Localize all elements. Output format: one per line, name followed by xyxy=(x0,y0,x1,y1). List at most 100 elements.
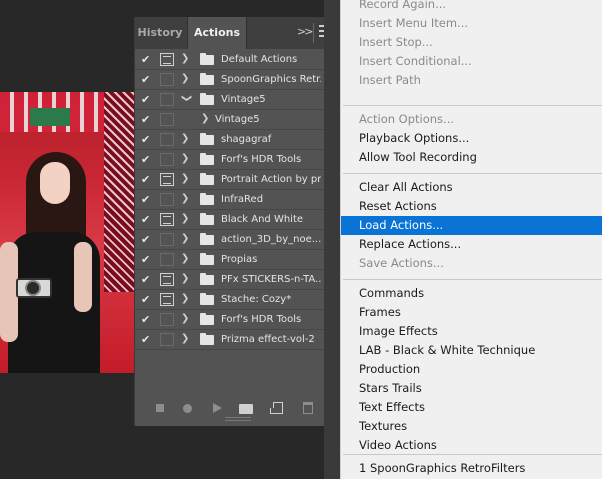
actions-flyout-menu: Record Again... Insert Menu Item... Insert… xyxy=(341,0,602,479)
menu-item-load-actions[interactable]: Load Actions... xyxy=(341,216,602,235)
checkmark-icon[interactable]: ✔ xyxy=(141,173,153,187)
action-set-row[interactable]: ✔ ❯ Prizma effect-vol-2 xyxy=(135,330,340,350)
menu-item-reset-actions[interactable]: Reset Actions xyxy=(341,197,602,216)
tab-history[interactable]: History xyxy=(135,17,185,49)
menu-item-commands[interactable]: Commands xyxy=(341,284,602,303)
chevron-right-icon[interactable]: ❯ xyxy=(181,72,191,86)
delete-icon[interactable] xyxy=(303,402,313,414)
dialog-toggle-icon[interactable] xyxy=(160,253,174,266)
folder-icon xyxy=(200,333,214,345)
checkmark-icon[interactable]: ✔ xyxy=(141,153,153,167)
action-set-row[interactable]: ✔ ❯ Propias xyxy=(135,250,340,270)
resize-grip[interactable] xyxy=(225,417,251,421)
action-set-row[interactable]: ✔ ❯ SpoonGraphics Retr... xyxy=(135,70,340,90)
menu-item-1-spoongraphics-retrofilters[interactable]: 1 SpoonGraphics RetroFilters xyxy=(341,459,602,478)
checkmark-icon[interactable]: ✔ xyxy=(141,53,153,67)
chevron-right-icon[interactable]: ❯ xyxy=(181,332,191,346)
dialog-toggle-icon[interactable] xyxy=(160,293,174,306)
checkmark-icon[interactable]: ✔ xyxy=(141,113,153,127)
menu-item-replace-actions[interactable]: Replace Actions... xyxy=(341,235,602,254)
menu-item-production[interactable]: Production xyxy=(341,360,602,379)
new-action-icon[interactable] xyxy=(270,402,283,414)
stop-icon[interactable] xyxy=(156,404,164,412)
dialog-toggle-icon[interactable] xyxy=(160,233,174,246)
collapse-panel-icon[interactable]: >> xyxy=(297,25,314,38)
checkmark-icon[interactable]: ✔ xyxy=(141,233,153,247)
chevron-right-icon[interactable]: ❯ xyxy=(181,52,191,66)
action-set-row[interactable]: ✔ ❯ Portrait Action by pr... xyxy=(135,170,340,190)
new-set-icon[interactable] xyxy=(239,404,253,414)
action-set-row[interactable]: ✔ ❯ shagagraf xyxy=(135,130,340,150)
dialog-toggle-icon[interactable] xyxy=(160,133,174,146)
action-set-row[interactable]: ✔ ❯ Default Actions xyxy=(135,50,340,70)
chevron-right-icon[interactable]: ❯ xyxy=(181,152,191,166)
dialog-toggle-icon[interactable] xyxy=(160,333,174,346)
action-row[interactable]: ✔ ❯ Vintage5 xyxy=(135,110,340,130)
photo-cloth xyxy=(104,92,134,292)
checkmark-icon[interactable]: ✔ xyxy=(141,93,153,107)
panel-tab-bar: History Actions >> xyxy=(135,17,340,49)
checkmark-icon[interactable]: ✔ xyxy=(141,73,153,87)
action-name: PFx STICKERS-n-TA... xyxy=(221,274,321,285)
chevron-right-icon[interactable]: ❯ xyxy=(181,132,191,146)
dialog-toggle-icon[interactable] xyxy=(160,173,174,186)
action-name: Propias xyxy=(221,254,258,265)
play-icon[interactable] xyxy=(213,403,222,413)
menu-item-allow-tool-recording[interactable]: Allow Tool Recording xyxy=(341,148,602,167)
menu-item-image-effects[interactable]: Image Effects xyxy=(341,322,602,341)
tab-actions[interactable]: Actions xyxy=(187,17,247,49)
dialog-toggle-icon[interactable] xyxy=(160,193,174,206)
checkmark-icon[interactable]: ✔ xyxy=(141,253,153,267)
menu-item-playback-options[interactable]: Playback Options... xyxy=(341,129,602,148)
action-set-row[interactable]: ✔ ❯ Forf's HDR Tools xyxy=(135,310,340,330)
action-set-row[interactable]: ✔ ❯ Black And White xyxy=(135,210,340,230)
chevron-right-icon[interactable]: ❯ xyxy=(181,232,191,246)
chevron-right-icon[interactable]: ❯ xyxy=(181,272,191,286)
action-set-row[interactable]: ✔ ❯ PFx STICKERS-n-TA... xyxy=(135,270,340,290)
dialog-toggle-icon[interactable] xyxy=(160,93,174,106)
menu-item-lab-black-white-technique[interactable]: LAB - Black & White Technique xyxy=(341,341,602,360)
dialog-toggle-icon[interactable] xyxy=(160,53,174,66)
actions-panel: History Actions >> ✔ ❯ Default Actions ✔ ❯ Sp… xyxy=(134,17,340,426)
chevron-right-icon[interactable]: ❯ xyxy=(201,112,211,126)
chevron-right-icon[interactable]: ❯ xyxy=(181,252,191,266)
checkmark-icon[interactable]: ✔ xyxy=(141,293,153,307)
dialog-toggle-icon[interactable] xyxy=(160,313,174,326)
folder-icon xyxy=(200,273,214,285)
menu-item-text-effects[interactable]: Text Effects xyxy=(341,398,602,417)
dialog-toggle-icon[interactable] xyxy=(160,273,174,286)
checkmark-icon[interactable]: ✔ xyxy=(141,333,153,347)
action-name: SpoonGraphics Retr... xyxy=(221,74,321,85)
actions-list: ✔ ❯ Default Actions ✔ ❯ SpoonGraphics Retr...… xyxy=(135,50,340,350)
checkmark-icon[interactable]: ✔ xyxy=(141,213,153,227)
canvas-photo[interactable] xyxy=(0,92,134,373)
action-set-row[interactable]: ✔ ❯ Forf's HDR Tools xyxy=(135,150,340,170)
action-name: Vintage5 xyxy=(215,114,260,125)
chevron-right-icon[interactable]: ❯ xyxy=(181,192,191,206)
menu-item-stars-trails[interactable]: Stars Trails xyxy=(341,379,602,398)
action-set-row[interactable]: ✔ ❯ InfraRed xyxy=(135,190,340,210)
menu-item-frames[interactable]: Frames xyxy=(341,303,602,322)
dialog-toggle-icon[interactable] xyxy=(160,73,174,86)
chevron-right-icon[interactable]: ❯ xyxy=(179,94,193,104)
checkmark-icon[interactable]: ✔ xyxy=(141,273,153,287)
menu-item-clear-all-actions[interactable]: Clear All Actions xyxy=(341,178,602,197)
dialog-toggle-icon[interactable] xyxy=(160,153,174,166)
action-set-row[interactable]: ✔ ❯ Vintage5 xyxy=(135,90,340,110)
chevron-right-icon[interactable]: ❯ xyxy=(181,172,191,186)
dialog-toggle-icon[interactable] xyxy=(160,213,174,226)
checkmark-icon[interactable]: ✔ xyxy=(141,133,153,147)
dialog-toggle-icon[interactable] xyxy=(160,113,174,126)
menu-item-textures[interactable]: Textures xyxy=(341,417,602,436)
record-icon[interactable] xyxy=(183,404,192,413)
action-set-row[interactable]: ✔ ❯ Stache: Cozy* xyxy=(135,290,340,310)
folder-icon xyxy=(200,53,214,65)
checkmark-icon[interactable]: ✔ xyxy=(141,193,153,207)
menu-item-video-actions[interactable]: Video Actions xyxy=(341,436,602,455)
chevron-right-icon[interactable]: ❯ xyxy=(181,292,191,306)
checkmark-icon[interactable]: ✔ xyxy=(141,313,153,327)
folder-icon xyxy=(200,313,214,325)
action-set-row[interactable]: ✔ ❯ action_3D_by_noe... xyxy=(135,230,340,250)
chevron-right-icon[interactable]: ❯ xyxy=(181,212,191,226)
chevron-right-icon[interactable]: ❯ xyxy=(181,312,191,326)
